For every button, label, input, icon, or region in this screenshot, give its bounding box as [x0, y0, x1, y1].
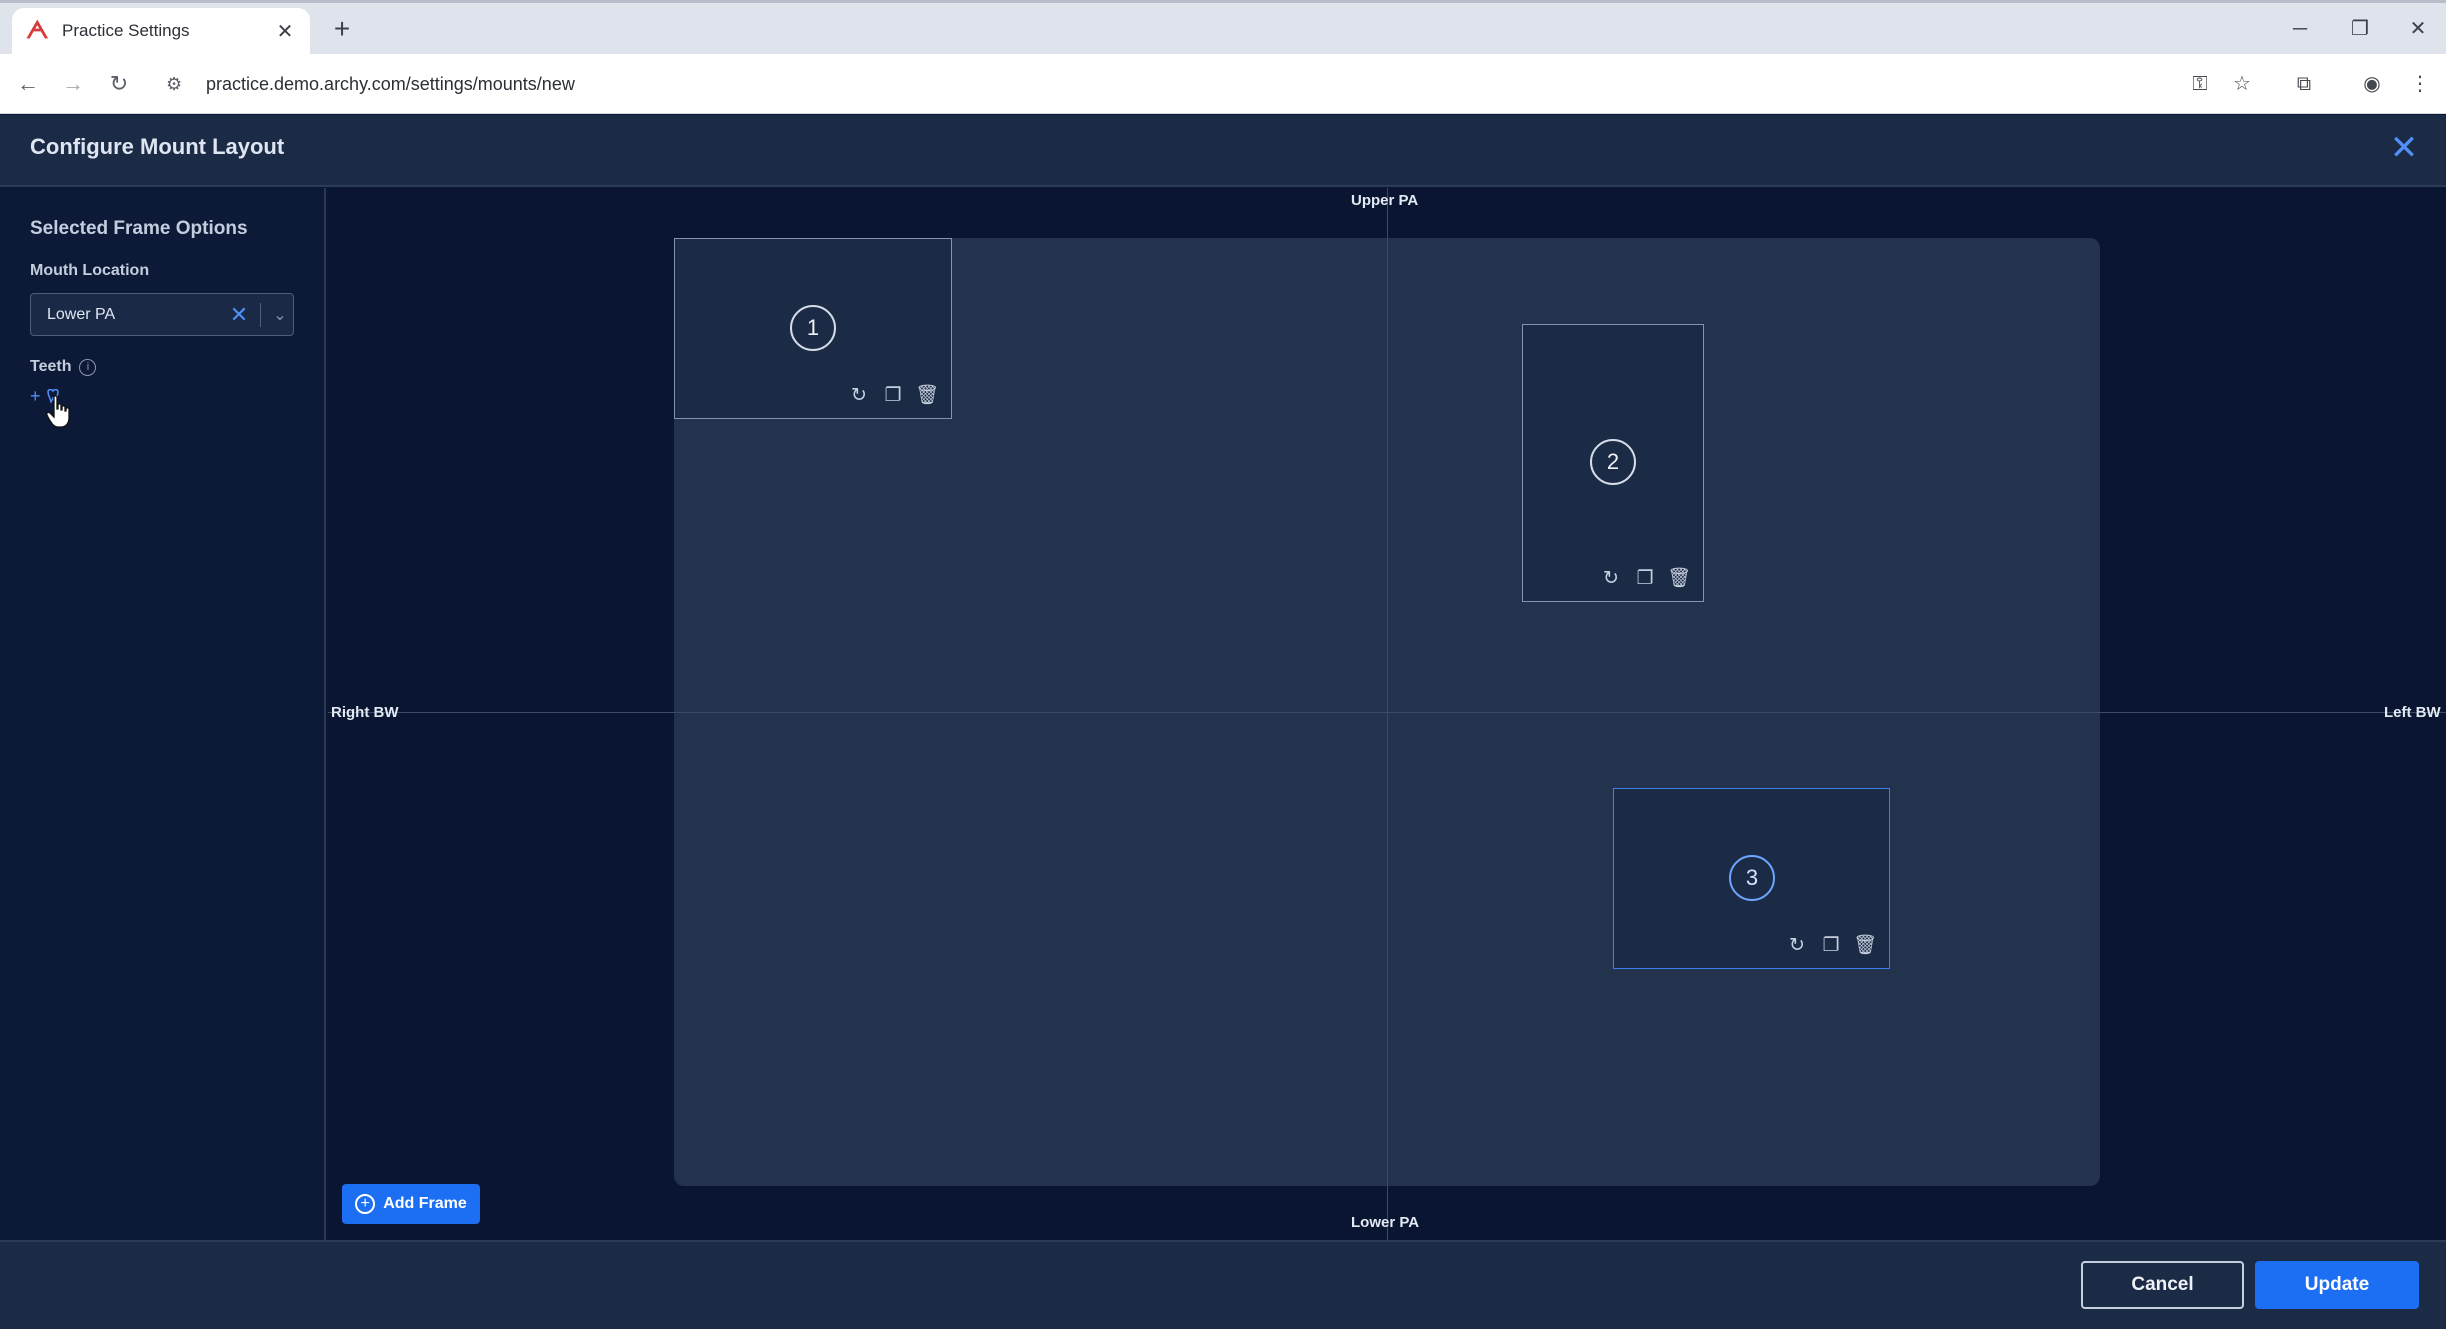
frame-2[interactable]: 2 ↻ ❐ 🗑 [1522, 324, 1704, 602]
frame-actions: ↻ ❐ 🗑 [1783, 932, 1879, 960]
rotate-icon[interactable]: ↻ [1597, 565, 1625, 593]
modal-footer [0, 1240, 2446, 1329]
delete-icon[interactable]: 🗑 [913, 382, 941, 410]
browser-tab[interactable]: ᗅ Practice Settings ✕ [12, 8, 310, 54]
upper-pa-label: Upper PA [1351, 192, 1419, 209]
url-text: practice.demo.archy.com/settings/mounts/… [206, 73, 575, 94]
lower-pa-label: Lower PA [1351, 1214, 1420, 1231]
frame-actions: ↻ ❐ 🗑 [845, 382, 941, 410]
left-bw-label: Left BW [2384, 704, 2441, 721]
tab-close-icon[interactable]: ✕ [274, 19, 296, 44]
back-icon[interactable]: ← [10, 66, 46, 102]
select-divider [260, 302, 261, 327]
update-button[interactable]: Update [2255, 1261, 2419, 1309]
browser-tabstrip [0, 0, 2446, 54]
delete-icon[interactable]: 🗑 [1665, 565, 1693, 593]
cancel-button[interactable]: Cancel [2081, 1261, 2244, 1309]
rotate-icon[interactable]: ↻ [845, 382, 873, 410]
teeth-label-text: Teeth [30, 358, 72, 375]
plus-icon: + [30, 386, 41, 406]
close-icon[interactable]: ✕ [2384, 128, 2424, 168]
frame-options-sidebar [0, 188, 326, 1240]
duplicate-icon[interactable]: ❐ [879, 382, 907, 410]
frame-number: 1 [790, 305, 836, 351]
profile-icon[interactable]: ◉ [2354, 66, 2390, 102]
new-tab-button[interactable]: + [324, 12, 360, 48]
tab-search-icon[interactable]: ⧉ [2286, 66, 2322, 102]
restore-button[interactable]: ❐ [2340, 12, 2380, 46]
frame-number: 3 [1729, 855, 1775, 901]
duplicate-icon[interactable]: ❐ [1817, 932, 1845, 960]
page-title: Configure Mount Layout [30, 134, 285, 159]
plus-circle-icon: + [355, 1194, 376, 1214]
sidebar-heading: Selected Frame Options [30, 218, 248, 239]
address-bar[interactable]: ⚙ practice.demo.archy.com/settings/mount… [158, 63, 2174, 105]
right-bw-label: Right BW [331, 704, 399, 721]
tab-title: Practice Settings [62, 21, 190, 40]
add-frame-label: Add Frame [383, 1195, 467, 1212]
info-icon[interactable]: i [79, 358, 97, 376]
mouth-location-select[interactable]: Lower PA ✕ ⌄ [30, 293, 294, 336]
delete-icon[interactable]: 🗑 [1851, 932, 1879, 960]
password-key-icon[interactable]: ⚿ [2182, 66, 2218, 102]
teeth-label: Teeth i [30, 358, 97, 376]
frame-actions: ↻ ❐ 🗑 [1597, 565, 1693, 593]
modal-header [0, 115, 2446, 187]
vertical-guide-line [1387, 188, 1388, 1240]
add-frame-button[interactable]: + Add Frame [342, 1184, 480, 1224]
browser-menu-icon[interactable]: ⋮ [2402, 66, 2438, 102]
site-info-icon[interactable]: ⚙ [166, 74, 198, 95]
forward-icon[interactable]: → [55, 66, 91, 102]
minimize-button[interactable]: ─ [2280, 12, 2320, 46]
horizontal-guide-line [328, 712, 2446, 713]
hand-cursor-icon [46, 395, 70, 428]
mouth-location-value: Lower PA [47, 305, 116, 323]
duplicate-icon[interactable]: ❐ [1631, 565, 1659, 593]
bookmark-star-icon[interactable]: ☆ [2224, 66, 2260, 102]
frame-number: 2 [1590, 439, 1636, 485]
reload-icon[interactable]: ↻ [101, 66, 137, 102]
rotate-icon[interactable]: ↻ [1783, 932, 1811, 960]
frame-3[interactable]: 3 ↻ ❐ 🗑 [1613, 788, 1890, 969]
frame-1[interactable]: 1 ↻ ❐ 🗑 [674, 238, 952, 419]
archy-logo-icon: ᗅ [26, 17, 49, 44]
clear-icon[interactable]: ✕ [224, 302, 254, 328]
chevron-down-icon[interactable]: ⌄ [267, 305, 293, 325]
mouth-location-label: Mouth Location [30, 262, 150, 279]
window-close-button[interactable]: ✕ [2398, 12, 2438, 46]
